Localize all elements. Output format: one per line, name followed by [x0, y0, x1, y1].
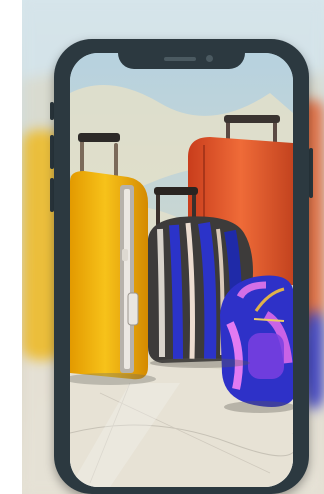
phone-camera-icon — [206, 55, 213, 62]
phone-notch — [118, 39, 245, 69]
phone-speaker-icon — [164, 57, 196, 61]
luggage-photo — [70, 53, 293, 487]
phone-mockup — [54, 39, 309, 494]
blue-backpack — [220, 275, 293, 407]
power-button — [309, 148, 313, 198]
phone-screen-photo — [70, 53, 293, 487]
